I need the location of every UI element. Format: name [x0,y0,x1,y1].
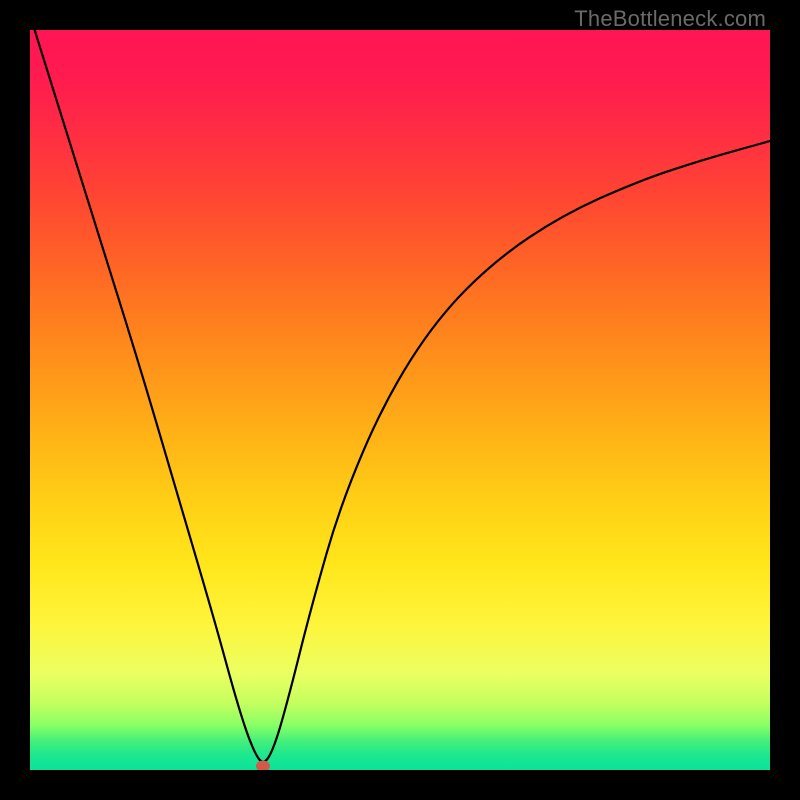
chart-frame: TheBottleneck.com [0,0,800,800]
bottleneck-curve [30,30,770,770]
minimum-marker [256,761,270,770]
plot-area [30,30,770,770]
watermark-text: TheBottleneck.com [574,6,766,32]
